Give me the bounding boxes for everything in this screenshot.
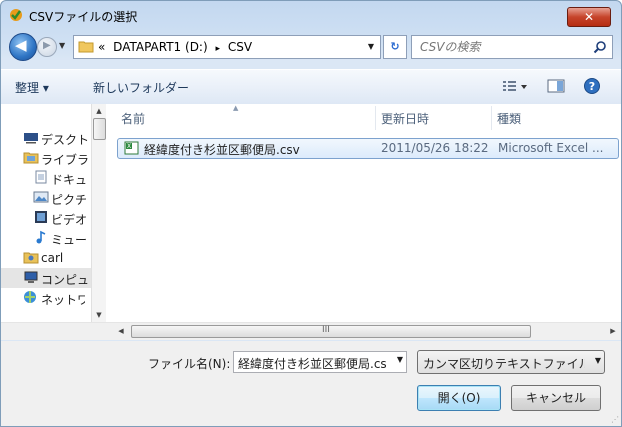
navigation-bar: ◀ ▶ ▼ « DATAPART1 (D:) ▸ CSV ▼ ↻ [1,31,621,61]
title-bar: CSVファイルの選択 ✕ [1,1,621,29]
column-divider[interactable] [491,106,492,130]
sidebar-item-label: ピクチャ [51,193,87,207]
sidebar-item-videos[interactable]: ビデオ [1,208,105,228]
search-icon [593,41,606,54]
back-arrow-icon: ◀ [15,36,27,54]
network-icon [24,291,36,303]
user-folder-icon [23,252,39,264]
filetype-select[interactable]: カンマ区切りテキストファイル ▼ [417,350,605,374]
dialog-footer: ファイル名(N): 経緯度付き杉並区郵便局.csv ▼ カンマ区切りテキストファ… [1,341,621,426]
column-header-type[interactable]: 種類 [497,110,521,127]
close-button[interactable]: ✕ [567,7,611,27]
breadcrumb: « DATAPART1 (D:) ▸ CSV [98,40,256,54]
excel-csv-file-icon: X [124,141,139,155]
open-button[interactable]: 開く(O) [417,385,501,411]
view-options-icon[interactable] [501,77,529,95]
file-row[interactable]: X 経緯度付き杉並区郵便局.csv 2011/05/26 18:22 Micro… [117,138,619,159]
desktop-icon [24,133,38,144]
refresh-button[interactable]: ↻ [383,35,407,59]
sidebar-scrollbar[interactable]: ▲ ▼ [91,104,106,322]
scroll-grip: III [322,325,330,335]
address-bar[interactable]: « DATAPART1 (D:) ▸ CSV ▼ [73,35,381,59]
library-icon [23,152,39,164]
preview-pane-icon[interactable] [546,77,566,95]
picture-icon [33,191,49,203]
sidebar-item-label: ビデオ [51,213,87,227]
sort-ascending-icon: ▲ [233,104,239,112]
computer-icon [24,271,38,283]
address-dropdown-icon[interactable]: ▼ [362,36,380,58]
sidebar-item-user-folder[interactable]: carl [1,248,105,268]
file-type: Microsoft Excel ... [498,141,604,155]
resize-grip-icon[interactable]: ⋰ [611,415,619,424]
sidebar-item-label: carl [41,251,64,265]
sidebar-item-music[interactable]: ミュージック [1,228,105,248]
column-divider[interactable] [375,106,376,130]
sidebar-item-documents[interactable]: ドキュメント [1,168,105,188]
filename-value: 経緯度付き杉並区郵便局.csv [238,357,386,371]
svg-text:?: ? [589,80,595,93]
search-box[interactable] [411,35,613,59]
new-folder-button[interactable]: 新しいフォルダー [93,79,189,96]
sidebar-item-pictures[interactable]: ピクチャ [1,188,105,208]
back-button[interactable]: ◀ [9,33,37,61]
filename-dropdown-icon[interactable]: ▼ [397,355,403,364]
svg-text:X: X [127,143,131,150]
music-icon [36,230,46,244]
recent-pages-dropdown[interactable]: ▼ [59,41,65,50]
search-input[interactable] [418,39,582,55]
sidebar-item-label: ネットワーク [41,293,85,307]
folder-icon [78,41,94,53]
help-icon[interactable]: ? [583,77,601,95]
forward-button[interactable]: ▶ [37,37,57,57]
breadcrumb-separator[interactable]: ▸ [215,44,220,54]
cancel-button[interactable]: キャンセル [511,385,601,411]
scroll-left-icon[interactable]: ◀ [113,323,129,340]
filetype-dropdown-icon: ▼ [594,356,601,365]
sidebar-item-network[interactable]: ネットワーク [1,288,105,308]
video-icon [35,211,47,223]
document-icon [35,170,47,184]
scroll-right-icon[interactable]: ▶ [605,323,621,340]
sidebar-item-computer[interactable]: コンピューター [1,268,105,288]
scroll-down-icon[interactable]: ▼ [92,308,106,322]
file-list: ▲ 名前 更新日時 種類 X 経緯度付き杉並区郵便局.csv 2011/05/2… [107,104,621,322]
sidebar-item-library[interactable]: ライブラリ [1,148,105,168]
content-area: デスクトップ ライブラリ ドキュメント ピクチャ ビデオ ミュージック [1,104,621,340]
breadcrumb-csv[interactable]: CSV [228,40,252,54]
file-dialog-window: CSVファイルの選択 ✕ ◀ ▶ ▼ « DATAPART1 (D:) ▸ CS… [0,0,622,427]
horizontal-scrollbar[interactable]: ◀ III ▶ [1,322,621,340]
app-icon [10,9,22,21]
sidebar-item-label: ミュージック [51,233,87,247]
file-modified: 2011/05/26 18:22 [381,141,489,155]
breadcrumb-overflow[interactable]: « [98,40,105,54]
navigation-pane: デスクトップ ライブラリ ドキュメント ピクチャ ビデオ ミュージック [1,104,106,322]
scroll-up-icon[interactable]: ▲ [92,104,106,118]
file-name: 経緯度付き杉並区郵便局.csv [144,143,300,157]
sidebar-scroll-thumb[interactable] [93,118,106,140]
sidebar-item-desktop[interactable]: デスクトップ [1,128,105,148]
sidebar-item-label: コンピューター [41,273,89,287]
refresh-icon: ↻ [390,40,400,53]
column-header-name[interactable]: 名前 [121,110,145,127]
column-header-modified[interactable]: 更新日時 [381,110,429,127]
command-toolbar: 整理 ▾ 新しいフォルダー ? [1,69,621,105]
filetype-value: カンマ区切りテキストファイル [423,357,585,371]
horizontal-scroll-thumb[interactable]: III [131,325,531,338]
filename-label: ファイル名(N): [148,357,231,371]
organize-button[interactable]: 整理 ▾ [15,79,49,96]
filename-field[interactable]: 経緯度付き杉並区郵便局.csv ▼ [233,351,407,373]
window-title: CSVファイルの選択 [29,10,138,24]
sidebar-item-label: ドキュメント [51,173,87,187]
forward-arrow-icon: ▶ [43,40,51,51]
breadcrumb-drive[interactable]: DATAPART1 (D:) [113,40,207,54]
